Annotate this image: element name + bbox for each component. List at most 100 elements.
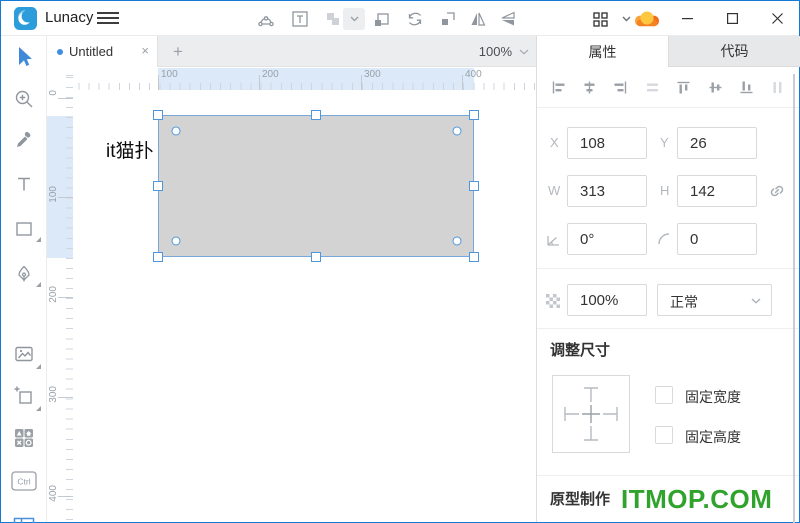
submenu-indicator-icon (36, 406, 41, 411)
icon-library-button[interactable] (6, 420, 42, 456)
position-row: X Y (537, 127, 799, 159)
align-left-button[interactable] (546, 75, 570, 99)
fix-height-checkbox[interactable] (655, 426, 673, 444)
resize-handle-middle-left[interactable] (153, 181, 163, 191)
vertical-ruler: 0 100 200 300 400 (47, 68, 73, 522)
app-title: Lunacy (45, 9, 94, 26)
tab-properties[interactable]: 属性 (537, 36, 668, 67)
x-label: X (550, 135, 559, 150)
width-input[interactable] (567, 175, 647, 207)
resize-handle-middle-right[interactable] (469, 181, 479, 191)
flip-vertical-button[interactable] (494, 5, 522, 33)
blend-mode-select[interactable]: 正常 (657, 284, 772, 316)
prototyping-section-title: 原型制作 (550, 491, 611, 508)
zoom-level-dropdown[interactable]: 100% (479, 36, 529, 67)
submenu-indicator-icon (36, 364, 41, 369)
flip-horizontal-button[interactable] (464, 5, 492, 33)
resize-handle-top-left[interactable] (153, 110, 163, 120)
tab-code[interactable]: 代码 (668, 36, 800, 67)
fix-width-checkbox[interactable] (655, 386, 673, 404)
eyedropper-tool-button[interactable] (6, 122, 42, 158)
resize-handle-bottom-center[interactable] (311, 252, 321, 262)
apps-grid-icon[interactable] (587, 6, 613, 32)
corner-radius-input[interactable] (677, 223, 757, 255)
cloud-sync-icon[interactable] (634, 6, 660, 32)
ctrl-key-button[interactable]: Ctrl (6, 463, 42, 499)
fix-width-label: 固定宽度 (685, 389, 741, 405)
align-center-horizontal-button[interactable] (577, 75, 601, 99)
canvas-text-layer[interactable]: it猫扑 (106, 136, 154, 163)
corner-radius-icon (656, 231, 673, 248)
y-label: Y (660, 135, 669, 150)
unsaved-dot-icon (57, 49, 63, 55)
height-label: H (660, 183, 670, 198)
rotate-tool-button[interactable] (401, 5, 429, 33)
align-middle-vertical-button[interactable] (703, 75, 727, 99)
rotation-angle-icon (545, 231, 562, 248)
rectangle-tool-button[interactable] (6, 211, 42, 247)
inspector-panel: 属性 代码 X 108 Y 26 W 313 H 142 0° 0 100% 正… (536, 36, 800, 523)
resize-handle-top-right[interactable] (469, 110, 479, 120)
zoom-level-value: 100% (478, 44, 512, 59)
app-logo-icon (14, 7, 37, 30)
align-bottom-button[interactable] (735, 75, 759, 99)
horizontal-ruler: 100 200 300 400 (47, 68, 536, 90)
zoom-tool-button[interactable] (6, 81, 42, 117)
close-button[interactable] (755, 1, 800, 36)
resize-tool-button[interactable] (434, 5, 462, 33)
maximize-button[interactable] (710, 1, 755, 36)
tab-untitled[interactable]: Untitled × (47, 36, 158, 67)
lunacy-window: Lunacy Ctrl Untitled × + 100% 100 200 30… (0, 0, 800, 523)
canvas-area[interactable]: 100 200 300 400 0 100 200 300 400 it猫扑 (47, 67, 536, 522)
chevron-down-icon (519, 49, 529, 55)
opacity-input[interactable] (567, 284, 647, 316)
alignment-toolbar (537, 67, 799, 108)
width-label: W (548, 183, 561, 198)
rotation-input[interactable] (567, 223, 647, 255)
boolean-dropdown-chevron-icon[interactable] (343, 8, 365, 30)
y-input[interactable] (677, 127, 757, 159)
minimize-button[interactable] (665, 1, 710, 36)
blend-mode-value: 正常 (670, 294, 698, 310)
pen-tool-button[interactable] (6, 256, 42, 292)
text-tool-button[interactable] (6, 166, 42, 202)
mask-tool-button[interactable] (368, 5, 396, 33)
x-input[interactable] (567, 127, 647, 159)
corner-radius-handle-bottom-right[interactable] (452, 236, 462, 246)
corner-radius-handle-bottom-left[interactable] (171, 236, 181, 246)
select-cursor-icon (19, 47, 32, 66)
opacity-row: 正常 (537, 284, 799, 316)
lock-aspect-ratio-icon[interactable] (767, 181, 787, 201)
text-frame-tool-button[interactable] (286, 5, 314, 33)
svg-text:Ctrl: Ctrl (17, 477, 30, 487)
resize-handle-bottom-left[interactable] (153, 252, 163, 262)
titlebar: Lunacy (1, 1, 799, 36)
resize-handle-bottom-right[interactable] (469, 252, 479, 262)
artboard-add-tool-button[interactable] (6, 378, 42, 414)
distribute-vertical-button[interactable] (766, 75, 790, 99)
resizing-constraints-widget[interactable] (552, 375, 630, 453)
selected-rectangle-layer[interactable] (158, 115, 474, 257)
resize-handle-top-center[interactable] (311, 110, 321, 120)
align-right-button[interactable] (609, 75, 633, 99)
tab-title: Untitled (69, 44, 114, 59)
tab-close-icon[interactable]: × (141, 43, 149, 58)
corner-radius-handle-top-right[interactable] (452, 126, 462, 136)
panels-toggle-button[interactable] (6, 508, 42, 523)
height-input[interactable] (677, 175, 757, 207)
opacity-checkerboard-icon (546, 294, 560, 308)
align-top-button[interactable] (672, 75, 696, 99)
watermark-text: ITMOP.COM (621, 484, 773, 514)
left-toolbar: Ctrl (1, 36, 47, 523)
select-tool-button[interactable] (6, 39, 42, 75)
fix-height-label: 固定高度 (685, 429, 741, 445)
corner-radius-handle-top-left[interactable] (171, 126, 181, 136)
size-row: W H (537, 175, 799, 207)
distribute-horizontal-button[interactable] (640, 75, 664, 99)
vector-frame-tool-button[interactable] (252, 5, 280, 33)
new-tab-button[interactable]: + (165, 39, 191, 65)
submenu-indicator-icon (36, 237, 41, 242)
image-tool-button[interactable] (6, 336, 42, 372)
main-menu-icon[interactable] (97, 12, 119, 25)
panel-scrollbar[interactable] (793, 74, 795, 523)
